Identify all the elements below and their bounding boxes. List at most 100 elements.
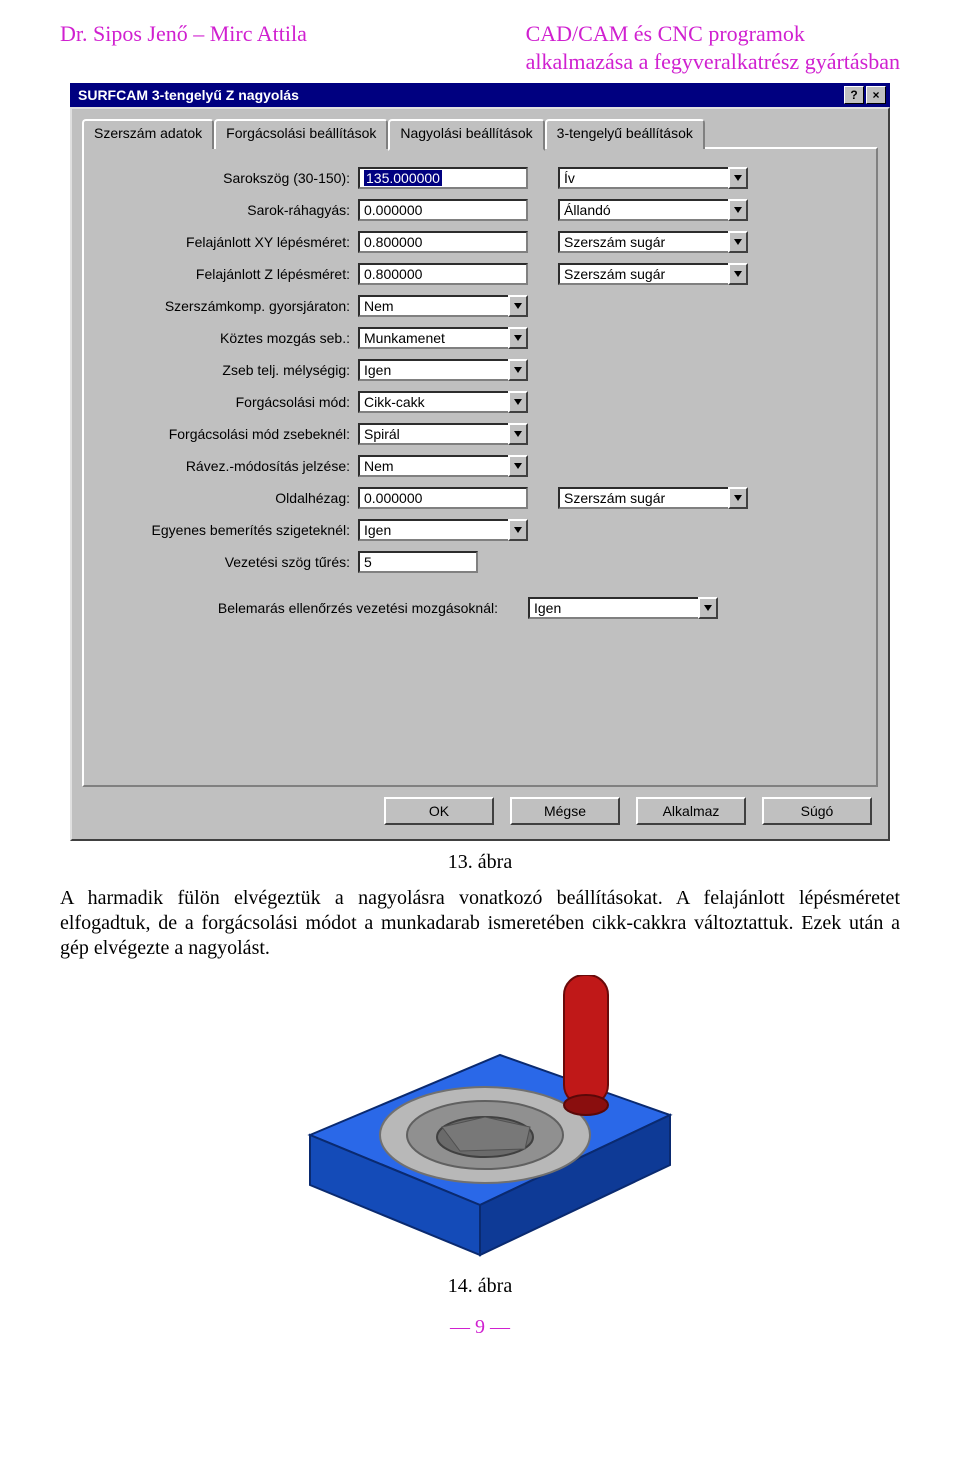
label-lead-angle-tol: Vezetési szög tűrés: <box>98 554 358 570</box>
chevron-down-icon[interactable] <box>508 455 528 477</box>
combo-pocket-full-depth[interactable]: Igen <box>358 359 528 381</box>
title-line-2: alkalmazása a fegyveralkatrész gyártásba… <box>526 49 900 74</box>
combo-corner-type[interactable]: Ív <box>558 167 748 189</box>
combo-cutting-mode-pockets[interactable]: Spirál <box>358 423 528 445</box>
combo-gouge-check[interactable]: Igen <box>528 597 718 619</box>
chevron-down-icon[interactable] <box>728 167 748 189</box>
combo-straight-plunge-islands-value[interactable]: Igen <box>358 519 508 541</box>
label-leadin-mod-signal: Rávez.-módosítás jelzése: <box>98 458 358 474</box>
input-xy-step[interactable]: 0.800000 <box>358 231 528 253</box>
chevron-down-icon[interactable] <box>728 263 748 285</box>
combo-z-step-unit[interactable]: Szerszám sugár <box>558 263 748 285</box>
body-paragraph: A harmadik fülön elvégeztük a nagyolásra… <box>60 886 900 961</box>
tab-3axis-settings[interactable]: 3-tengelyű beállítások <box>545 119 705 149</box>
row-z-step: Felajánlott Z lépésméret: 0.800000 Szers… <box>98 261 862 287</box>
combo-toolcomp-rapid[interactable]: Nem <box>358 295 528 317</box>
row-cutting-mode: Forgácsolási mód: Cikk-cakk <box>98 389 862 415</box>
combo-z-step-unit-value[interactable]: Szerszám sugár <box>558 263 728 285</box>
chevron-down-icon[interactable] <box>728 487 748 509</box>
row-intermediate-speed: Köztes mozgás seb.: Munkamenet <box>98 325 862 351</box>
tab-panel: Sarokszög (30-150): 135.000000 Ív Sarok-… <box>82 147 878 787</box>
dialog-button-row: OK Mégse Alkalmaz Súgó <box>82 797 878 825</box>
dialog-tabs: Szerszám adatok Forgácsolási beállítások… <box>82 119 878 149</box>
combo-straight-plunge-islands[interactable]: Igen <box>358 519 528 541</box>
figure-14-illustration <box>60 975 900 1265</box>
label-intermediate-speed: Köztes mozgás seb.: <box>98 330 358 346</box>
help-button[interactable]: Súgó <box>762 797 872 825</box>
combo-cutting-mode[interactable]: Cikk-cakk <box>358 391 528 413</box>
combo-leadin-mod-signal-value[interactable]: Nem <box>358 455 508 477</box>
dialog-title: SURFCAM 3-tengelyű Z nagyolás <box>74 87 842 103</box>
combo-pocket-full-depth-value[interactable]: Igen <box>358 359 508 381</box>
combo-xy-step-unit[interactable]: Szerszám sugár <box>558 231 748 253</box>
figure-caption-14: 14. ábra <box>60 1275 900 1298</box>
combo-corner-allowance-mode[interactable]: Állandó <box>558 199 748 221</box>
chevron-down-icon[interactable] <box>508 391 528 413</box>
label-corner-allowance: Sarok-ráhagyás: <box>98 202 358 218</box>
label-gouge-check: Belemarás ellenőrzés vezetési mozgásokná… <box>98 600 528 616</box>
row-side-gap: Oldalhézag: 0.000000 Szerszám sugár <box>98 485 862 511</box>
label-cutting-mode: Forgácsolási mód: <box>98 394 358 410</box>
label-cutting-mode-pockets: Forgácsolási mód zsebeknél: <box>98 426 358 442</box>
close-icon[interactable]: × <box>866 86 886 104</box>
label-side-gap: Oldalhézag: <box>98 490 358 506</box>
chevron-down-icon[interactable] <box>728 199 748 221</box>
workpiece-illustration <box>270 975 690 1265</box>
chevron-down-icon[interactable] <box>728 231 748 253</box>
row-gouge-check: Belemarás ellenőrzés vezetési mozgásokná… <box>98 595 862 621</box>
combo-gouge-check-value[interactable]: Igen <box>528 597 698 619</box>
combo-cutting-mode-pockets-value[interactable]: Spirál <box>358 423 508 445</box>
label-xy-step: Felajánlott XY lépésméret: <box>98 234 358 250</box>
apply-button[interactable]: Alkalmaz <box>636 797 746 825</box>
chevron-down-icon[interactable] <box>508 327 528 349</box>
label-straight-plunge-islands: Egyenes bemerítés szigeteknél: <box>98 522 358 538</box>
document-header: Dr. Sipos Jenő – Mirc Attila CAD/CAM és … <box>60 20 900 75</box>
combo-side-gap-unit[interactable]: Szerszám sugár <box>558 487 748 509</box>
input-corner-angle[interactable]: 135.000000 <box>358 167 528 189</box>
combo-corner-mode-value[interactable]: Állandó <box>558 199 728 221</box>
combo-side-gap-unit-value[interactable]: Szerszám sugár <box>558 487 728 509</box>
author-names: Dr. Sipos Jenő – Mirc Attila <box>60 20 307 75</box>
row-cutting-mode-pockets: Forgácsolási mód zsebeknél: Spirál <box>98 421 862 447</box>
combo-cutting-mode-value[interactable]: Cikk-cakk <box>358 391 508 413</box>
combo-corner-type-value[interactable]: Ív <box>558 167 728 189</box>
row-straight-plunge-islands: Egyenes bemerítés szigeteknél: Igen <box>98 517 862 543</box>
title-line-1: CAD/CAM és CNC programok <box>526 21 805 46</box>
chevron-down-icon[interactable] <box>698 597 718 619</box>
page-number: — 9 — <box>60 1316 900 1339</box>
ok-button[interactable]: OK <box>384 797 494 825</box>
input-side-gap[interactable]: 0.000000 <box>358 487 528 509</box>
row-xy-step: Felajánlott XY lépésméret: 0.800000 Szer… <box>98 229 862 255</box>
combo-leadin-mod-signal[interactable]: Nem <box>358 455 528 477</box>
combo-toolcomp-rapid-value[interactable]: Nem <box>358 295 508 317</box>
label-corner-angle: Sarokszög (30-150): <box>98 170 358 186</box>
combo-intermediate-speed[interactable]: Munkamenet <box>358 327 528 349</box>
row-pocket-full-depth: Zseb telj. mélységig: Igen <box>98 357 862 383</box>
row-toolcomp-rapid: Szerszámkomp. gyorsjáraton: Nem <box>98 293 862 319</box>
tab-cutting-settings[interactable]: Forgácsolási beállítások <box>214 119 388 149</box>
label-pocket-full-depth: Zseb telj. mélységig: <box>98 362 358 378</box>
document-title: CAD/CAM és CNC programok alkalmazása a f… <box>526 20 900 75</box>
surfcam-dialog: SURFCAM 3-tengelyű Z nagyolás ? × Szersz… <box>70 83 890 841</box>
chevron-down-icon[interactable] <box>508 359 528 381</box>
chevron-down-icon[interactable] <box>508 423 528 445</box>
cancel-button[interactable]: Mégse <box>510 797 620 825</box>
input-corner-allowance[interactable]: 0.000000 <box>358 199 528 221</box>
chevron-down-icon[interactable] <box>508 519 528 541</box>
row-corner-allowance: Sarok-ráhagyás: 0.000000 Állandó <box>98 197 862 223</box>
chevron-down-icon[interactable] <box>508 295 528 317</box>
input-lead-angle-tol[interactable]: 5 <box>358 551 478 573</box>
input-z-step[interactable]: 0.800000 <box>358 263 528 285</box>
dialog-titlebar: SURFCAM 3-tengelyű Z nagyolás ? × <box>70 83 890 107</box>
dialog-body: Szerszám adatok Forgácsolási beállítások… <box>70 107 890 841</box>
label-z-step: Felajánlott Z lépésméret: <box>98 266 358 282</box>
figure-caption-13: 13. ábra <box>60 851 900 874</box>
label-toolcomp-rapid: Szerszámkomp. gyorsjáraton: <box>98 298 358 314</box>
row-leadin-mod-signal: Rávez.-módosítás jelzése: Nem <box>98 453 862 479</box>
help-icon[interactable]: ? <box>844 86 864 104</box>
combo-xy-step-unit-value[interactable]: Szerszám sugár <box>558 231 728 253</box>
tab-roughing-settings[interactable]: Nagyolási beállítások <box>388 119 544 151</box>
tab-tool-data[interactable]: Szerszám adatok <box>82 119 214 149</box>
combo-intermediate-speed-value[interactable]: Munkamenet <box>358 327 508 349</box>
row-lead-angle-tol: Vezetési szög tűrés: 5 <box>98 549 862 575</box>
